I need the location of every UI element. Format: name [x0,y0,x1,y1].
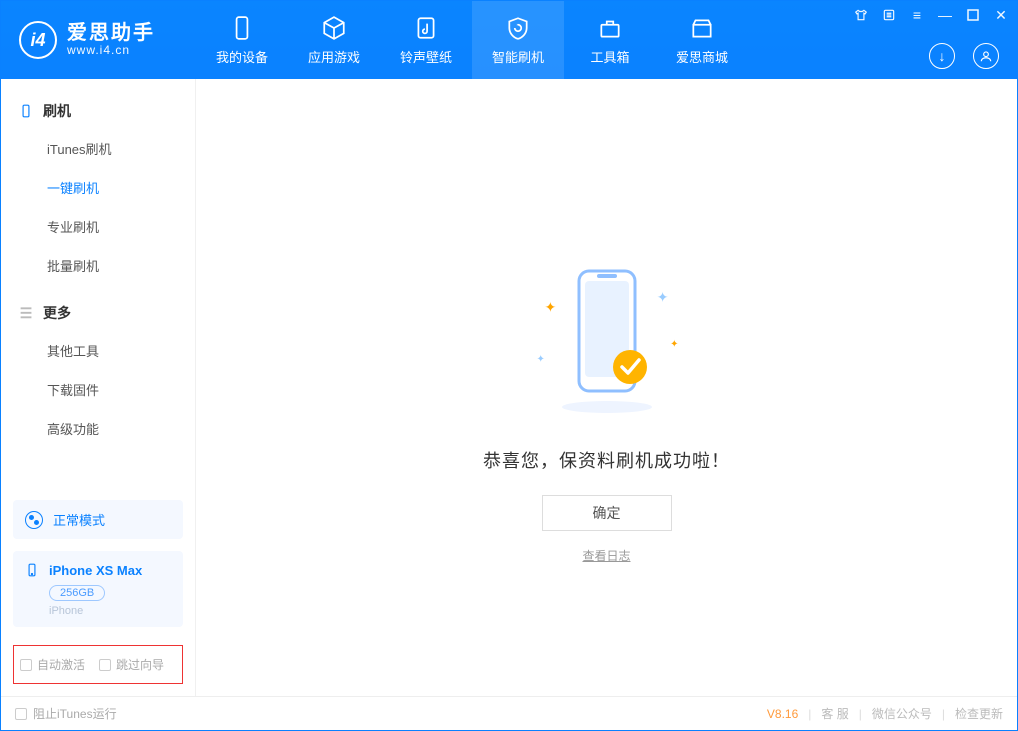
nav-label: 智能刷机 [492,47,544,66]
device-type: iPhone [49,605,171,617]
nav-apps[interactable]: 应用游戏 [288,1,380,79]
nav-flash[interactable]: 智能刷机 [472,1,564,79]
refresh-shield-icon [505,15,531,41]
version-label: V8.16 [767,707,798,721]
check-update-link[interactable]: 检查更新 [955,705,1003,722]
checkbox-label: 阻止iTunes运行 [33,705,117,722]
mode-icon [25,511,43,529]
minimize-icon[interactable]: — [937,7,953,23]
footer: 阻止iTunes运行 V8.16 | 客 服 | 微信公众号 | 检查更新 [1,696,1017,730]
app-logo[interactable]: i4 爱思助手 www.i4.cn [1,1,196,79]
nav-label: 我的设备 [216,47,268,66]
download-icon[interactable]: ↓ [929,43,955,69]
titlebar: i4 爱思助手 www.i4.cn 我的设备 应用游戏 铃声壁纸 智能刷机 工具… [1,1,1017,79]
checkbox-label: 跳过向导 [116,656,164,673]
sidebar-item-itunes-flash[interactable]: iTunes刷机 [1,129,195,168]
device-storage: 256GB [49,585,105,601]
checkbox-block-itunes[interactable]: 阻止iTunes运行 [15,705,117,722]
checkbox-label: 自动激活 [37,656,85,673]
device-mode-label: 正常模式 [53,510,105,529]
nav-label: 工具箱 [590,47,629,66]
list-icon: ☰ [19,306,33,320]
app-site: www.i4.cn [67,44,155,57]
phone-icon [19,104,33,118]
sidebar-group-more[interactable]: ☰ 更多 [1,295,195,331]
checkbox-skip-guide[interactable]: 跳过向导 [99,656,164,673]
nav-store[interactable]: 爱思商城 [656,1,748,79]
nav-ringtones[interactable]: 铃声壁纸 [380,1,472,79]
list-icon[interactable] [881,7,897,23]
sidebar-item-pro-flash[interactable]: 专业刷机 [1,207,195,246]
phone-icon [25,561,39,579]
view-log-link[interactable]: 查看日志 [582,547,630,564]
cube-icon [321,15,347,41]
support-link[interactable]: 客 服 [821,705,848,722]
store-icon [689,15,715,41]
device-card[interactable]: iPhone XS Max 256GB iPhone [13,551,183,627]
sidebar: 刷机 iTunes刷机 一键刷机 专业刷机 批量刷机 ☰ 更多 其他工具 下载固… [1,79,196,696]
main-content: ✦ ✦ ✦ ✦ 恭喜您，保资料刷机成功啦！ 确定 查看日志 [196,79,1017,696]
nav-label: 爱思商城 [676,47,728,66]
sidebar-item-oneclick-flash[interactable]: 一键刷机 [1,168,195,207]
ok-button[interactable]: 确定 [542,495,672,531]
titlebar-right-icons: ↓ [929,43,999,69]
sidebar-group-flash[interactable]: 刷机 [1,93,195,129]
window-controls: ≡ — ✕ [853,7,1009,23]
app-name: 爱思助手 [67,22,155,44]
sidebar-group-title: 刷机 [43,101,71,121]
sidebar-item-download-firmware[interactable]: 下载固件 [1,370,195,409]
nav-my-device[interactable]: 我的设备 [196,1,288,79]
device-mode-status[interactable]: 正常模式 [13,500,183,539]
success-illustration: ✦ ✦ ✦ ✦ [527,259,687,419]
user-icon[interactable] [973,43,999,69]
close-icon[interactable]: ✕ [993,7,1009,23]
sidebar-item-batch-flash[interactable]: 批量刷机 [1,246,195,285]
sidebar-item-advanced[interactable]: 高级功能 [1,409,195,448]
nav-toolbox[interactable]: 工具箱 [564,1,656,79]
top-nav: 我的设备 应用游戏 铃声壁纸 智能刷机 工具箱 爱思商城 [196,1,748,79]
device-name: iPhone XS Max [49,563,142,578]
music-file-icon [413,15,439,41]
device-icon [229,15,255,41]
toolbox-icon [597,15,623,41]
success-message: 恭喜您，保资料刷机成功啦！ [483,447,730,473]
menu-icon[interactable]: ≡ [909,7,925,23]
wechat-link[interactable]: 微信公众号 [872,705,932,722]
checkbox-auto-activate[interactable]: 自动激活 [20,656,85,673]
nav-label: 应用游戏 [308,47,360,66]
highlighted-options: 自动激活 跳过向导 [13,645,183,684]
nav-label: 铃声壁纸 [400,47,452,66]
logo-icon: i4 [19,21,57,59]
sidebar-item-other-tools[interactable]: 其他工具 [1,331,195,370]
tshirt-icon[interactable] [853,7,869,23]
maximize-icon[interactable] [965,7,981,23]
sidebar-group-title: 更多 [43,303,71,323]
